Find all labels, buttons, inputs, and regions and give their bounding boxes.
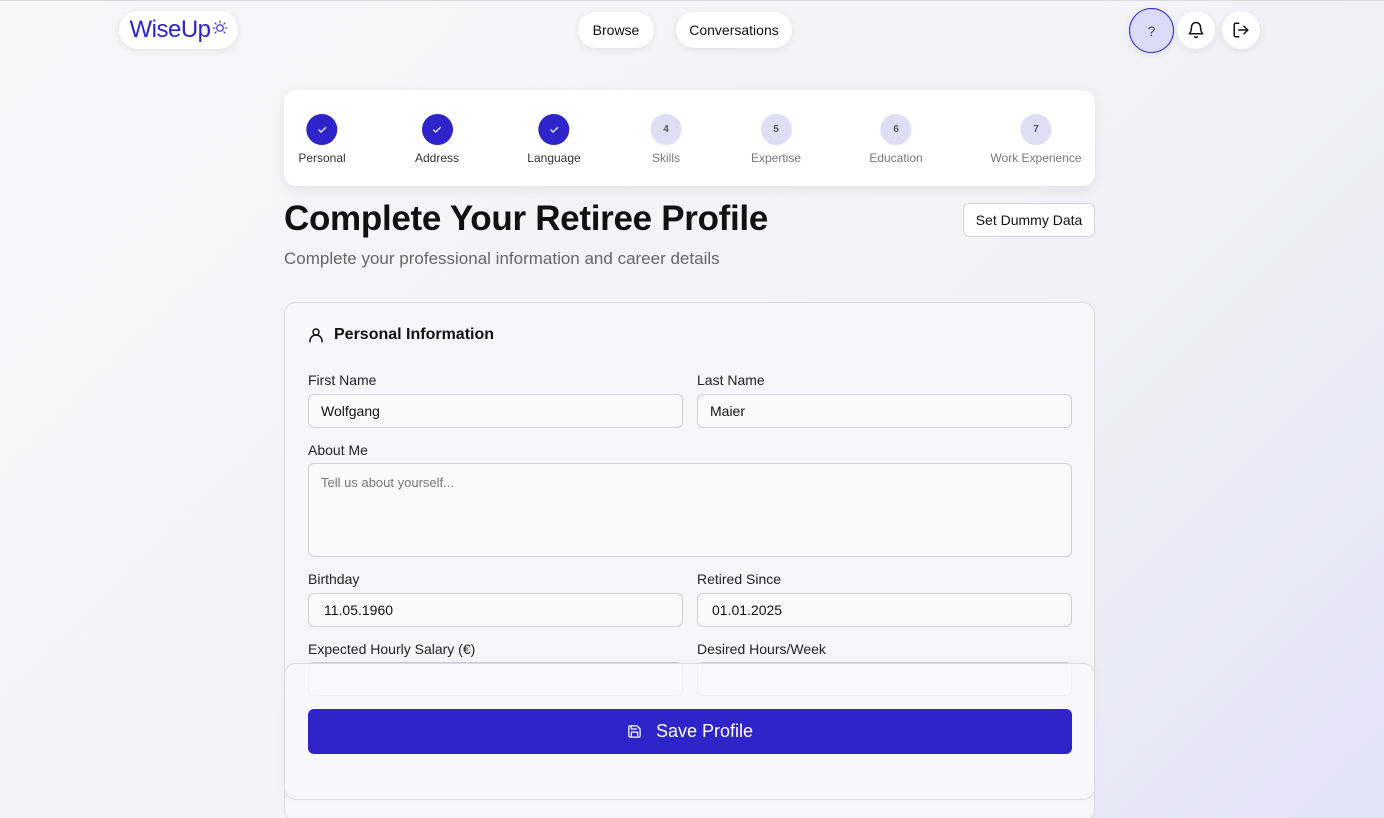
set-dummy-data-button[interactable]: Set Dummy Data xyxy=(963,203,1095,237)
check-icon xyxy=(318,126,326,133)
step-number-badge: 4 xyxy=(650,114,682,145)
logo-text: WiseUp xyxy=(129,16,211,43)
last-name-field[interactable]: Maier xyxy=(697,394,1072,428)
step-label: Work Experience xyxy=(990,151,1082,165)
step-complete-badge xyxy=(538,114,570,145)
birthday-field[interactable]: 11.05.1960 xyxy=(308,593,683,627)
logo[interactable]: WiseUp xyxy=(119,11,238,49)
step-label: Language xyxy=(527,151,581,165)
retired-since-label: Retired Since xyxy=(697,571,782,587)
step-work-experience[interactable]: 7 Work Experience xyxy=(990,114,1082,165)
logo-wordmark: WiseUp xyxy=(129,16,228,44)
step-number-badge: 7 xyxy=(1020,114,1052,145)
hours-per-week-label: Desired Hours/Week xyxy=(697,641,826,657)
page-title: Complete Your Retiree Profile xyxy=(284,199,769,238)
page-subtitle: Complete your professional information a… xyxy=(284,249,720,268)
retired-since-field[interactable]: 01.01.2025 xyxy=(697,593,1072,627)
logout-button[interactable] xyxy=(1222,11,1260,49)
bell-icon xyxy=(1188,21,1204,39)
step-label: Personal xyxy=(298,151,346,165)
nav-conversations-button[interactable]: Conversations xyxy=(676,12,792,48)
top-border xyxy=(0,0,1384,1)
first-name-field[interactable]: Wolfgang xyxy=(308,394,683,428)
step-personal[interactable]: Personal xyxy=(298,114,346,165)
last-name-label: Last Name xyxy=(697,372,765,388)
save-footer: Save Profile xyxy=(284,663,1095,800)
about-me-label: About Me xyxy=(308,442,368,458)
save-profile-label: Save Profile xyxy=(655,721,754,741)
section-title: Personal Information xyxy=(334,326,495,343)
step-expertise[interactable]: 5 Expertise xyxy=(751,114,801,165)
step-skills[interactable]: 4 Skills xyxy=(650,114,682,165)
sun-icon xyxy=(211,20,228,34)
birthday-label: Birthday xyxy=(308,571,360,587)
step-address[interactable]: Address xyxy=(415,114,459,165)
step-label: Address xyxy=(414,151,460,165)
section-header: Personal Information xyxy=(307,326,494,344)
help-button[interactable]: ? xyxy=(1129,8,1174,53)
about-me-textarea[interactable]: Tell us about yourself... xyxy=(308,463,1072,557)
step-complete-badge xyxy=(421,114,453,145)
step-number-badge: 6 xyxy=(880,114,912,145)
save-profile-button[interactable]: Save Profile xyxy=(308,709,1072,754)
step-label: Expertise xyxy=(750,151,802,165)
check-icon xyxy=(433,126,441,133)
hourly-salary-label: Expected Hourly Salary (€) xyxy=(308,641,476,657)
nav-browse-button[interactable]: Browse xyxy=(578,12,654,48)
progress-stepper: Personal Address Language 4 Skills 5 Exp… xyxy=(284,90,1095,186)
step-education[interactable]: 6 Education xyxy=(869,114,923,165)
step-number-badge: 5 xyxy=(760,114,792,145)
step-label: Skills xyxy=(651,151,680,165)
step-language[interactable]: Language xyxy=(527,114,581,165)
logout-icon xyxy=(1233,22,1249,38)
notifications-button[interactable] xyxy=(1177,11,1215,49)
step-label: Education xyxy=(869,151,923,165)
step-complete-badge xyxy=(306,114,338,145)
check-icon xyxy=(550,126,558,133)
first-name-label: First Name xyxy=(308,372,377,388)
user-icon xyxy=(309,328,323,343)
save-icon xyxy=(628,725,641,738)
